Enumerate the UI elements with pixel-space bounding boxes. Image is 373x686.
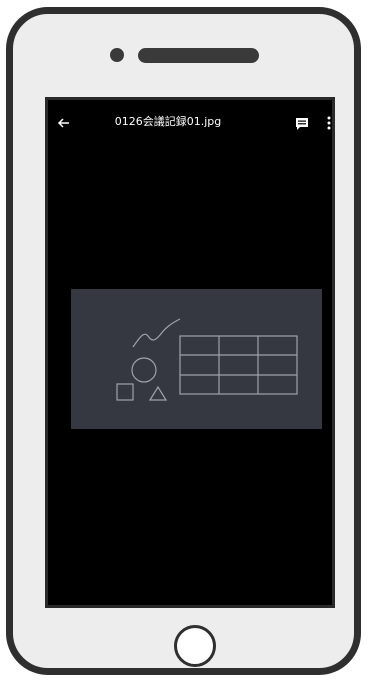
comment-button[interactable] <box>295 116 309 130</box>
home-button[interactable] <box>174 625 216 667</box>
squiggle-line <box>132 318 181 348</box>
more-vert-icon <box>327 116 331 130</box>
triangle-shape <box>148 385 168 401</box>
comment-icon <box>296 118 308 130</box>
whiteboard-illustration <box>116 318 298 401</box>
circle-shape <box>131 357 157 383</box>
speaker-icon <box>138 48 259 63</box>
square-shape <box>116 383 134 401</box>
back-button[interactable] <box>56 115 72 131</box>
image-viewer-toolbar: 0126会議記録01.jpg <box>48 100 332 140</box>
grid-table <box>179 335 298 395</box>
camera-dot-icon <box>110 48 124 62</box>
whiteboard-drawing <box>116 318 298 401</box>
file-name-title: 0126会議記録01.jpg <box>114 115 222 128</box>
phone-frame: 0126会議記録01.jpg <box>6 7 361 675</box>
image-preview[interactable] <box>71 289 322 429</box>
arrow-left-icon <box>57 118 69 128</box>
phone-screen: 0126会議記録01.jpg <box>45 97 335 608</box>
more-options-button[interactable] <box>325 115 332 131</box>
